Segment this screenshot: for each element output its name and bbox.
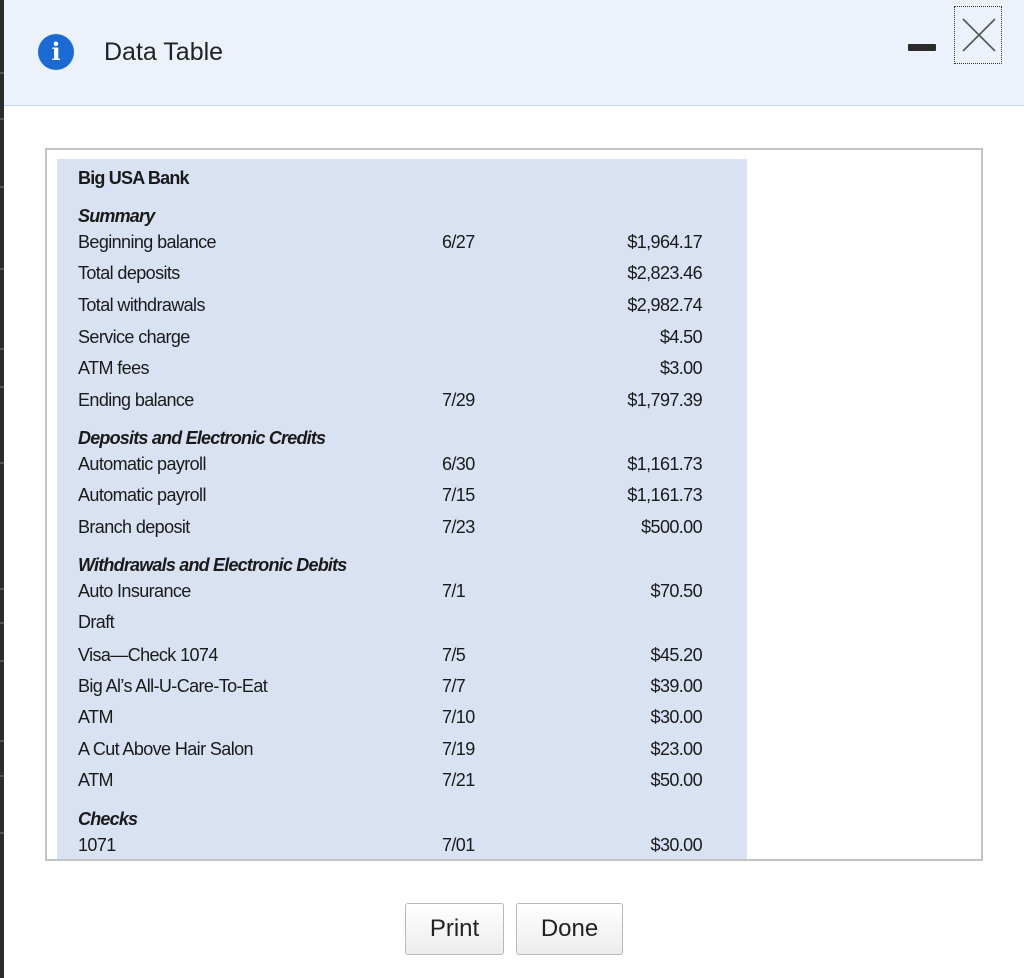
row-label: Automatic payroll [78, 454, 206, 474]
row-label: Ending balance [78, 390, 194, 410]
table-row: Beginning balance 6/27 $1,964.17 [57, 232, 747, 256]
table-row: Automatic payroll 7/15 $1,161.73 [57, 485, 747, 509]
row-date: 7/7 [442, 676, 466, 696]
table-row: A Cut Above Hair Salon 7/19 $23.00 [57, 739, 747, 763]
data-table-panel[interactable]: Big USA Bank Summary Beginning balance 6… [45, 148, 983, 861]
row-label: ATM [78, 770, 113, 790]
row-date: 7/15 [442, 485, 475, 505]
row-date: 7/5 [442, 645, 466, 665]
row-label: ATM [78, 707, 113, 727]
table-row: 1071 7/01 $30.00 [57, 835, 747, 859]
dialog-title: Data Table [104, 38, 224, 66]
done-button[interactable]: Done [516, 903, 623, 955]
row-date: 7/10 [442, 707, 475, 727]
row-amount: $2,823.46 [627, 263, 702, 283]
row-date: 7/21 [442, 770, 475, 790]
row-label: Beginning balance [78, 232, 217, 252]
row-label: A Cut Above Hair Salon [78, 739, 254, 759]
row-date: 7/23 [442, 517, 475, 537]
table-row: Service charge $4.50 [57, 327, 747, 351]
row-label: ATM fees [78, 358, 149, 378]
row-label: Total withdrawals [78, 295, 205, 315]
row-amount: $30.00 [650, 835, 703, 855]
row-amount: $2,982.74 [627, 295, 702, 315]
row-amount: $1,161.73 [627, 485, 702, 505]
info-icon: i [38, 34, 74, 70]
table-row: Big Al’s All-U-Care-To-Eat 7/7 $39.00 [57, 676, 747, 700]
row-label: Branch deposit [78, 517, 190, 537]
table-row: Auto Insurance 7/1 $70.50 [57, 581, 747, 605]
table-row: Ending balance 7/29 $1,797.39 [57, 390, 747, 414]
table-row: Automatic payroll 6/30 $1,161.73 [57, 454, 747, 478]
row-date: 7/01 [442, 835, 475, 855]
dialog-header: i Data Table [4, 0, 1024, 106]
row-label: Auto Insurance [78, 581, 191, 601]
close-icon [962, 18, 996, 52]
section-heading-checks: Checks [78, 809, 138, 829]
row-label: 1071 [78, 835, 116, 855]
row-date: 7/19 [442, 739, 475, 759]
row-amount: $500.00 [641, 517, 702, 537]
section-heading-summary: Summary [78, 206, 155, 226]
table-row: ATM 7/21 $50.00 [57, 770, 747, 794]
table-row: Total withdrawals $2,982.74 [57, 295, 747, 319]
row-amount: $39.00 [650, 676, 703, 696]
row-label: Total deposits [78, 263, 180, 283]
row-amount: $45.20 [650, 645, 703, 665]
table-row: Visa—Check 1074 7/5 $45.20 [57, 645, 747, 669]
row-date: 7/1 [442, 581, 466, 601]
row-date: 7/29 [442, 390, 475, 410]
section-heading-withdrawals: Withdrawals and Electronic Debits [78, 555, 347, 575]
row-amount: $4.50 [659, 327, 703, 347]
row-label: Draft [78, 612, 115, 632]
table-row: ATM fees $3.00 [57, 358, 747, 382]
row-amount: $23.00 [650, 739, 703, 759]
close-button[interactable] [954, 6, 1002, 64]
row-amount: $1,964.17 [627, 232, 702, 252]
row-label: Service charge [78, 327, 190, 347]
table-row: Draft [57, 612, 747, 636]
row-label: Big Al’s All-U-Care-To-Eat [78, 676, 268, 696]
row-amount: $3.00 [659, 358, 703, 378]
minimize-icon[interactable] [908, 44, 936, 51]
table-row: Total deposits $2,823.46 [57, 263, 747, 287]
row-label: Automatic payroll [78, 485, 206, 505]
row-amount: $30.00 [650, 707, 703, 727]
row-amount: $70.50 [650, 581, 703, 601]
row-amount: $1,797.39 [627, 390, 702, 410]
bank-name: Big USA Bank [78, 168, 190, 188]
row-date: 6/27 [442, 232, 475, 252]
print-button[interactable]: Print [405, 903, 504, 955]
section-heading-deposits: Deposits and Electronic Credits [78, 428, 326, 448]
table-row: ATM 7/10 $30.00 [57, 707, 747, 731]
row-amount: $50.00 [650, 770, 703, 790]
bank-statement-table: Big USA Bank Summary Beginning balance 6… [57, 159, 747, 859]
row-label: Visa—Check 1074 [78, 645, 218, 665]
row-amount: $1,161.73 [627, 454, 702, 474]
table-row: Branch deposit 7/23 $500.00 [57, 517, 747, 541]
row-date: 6/30 [442, 454, 475, 474]
